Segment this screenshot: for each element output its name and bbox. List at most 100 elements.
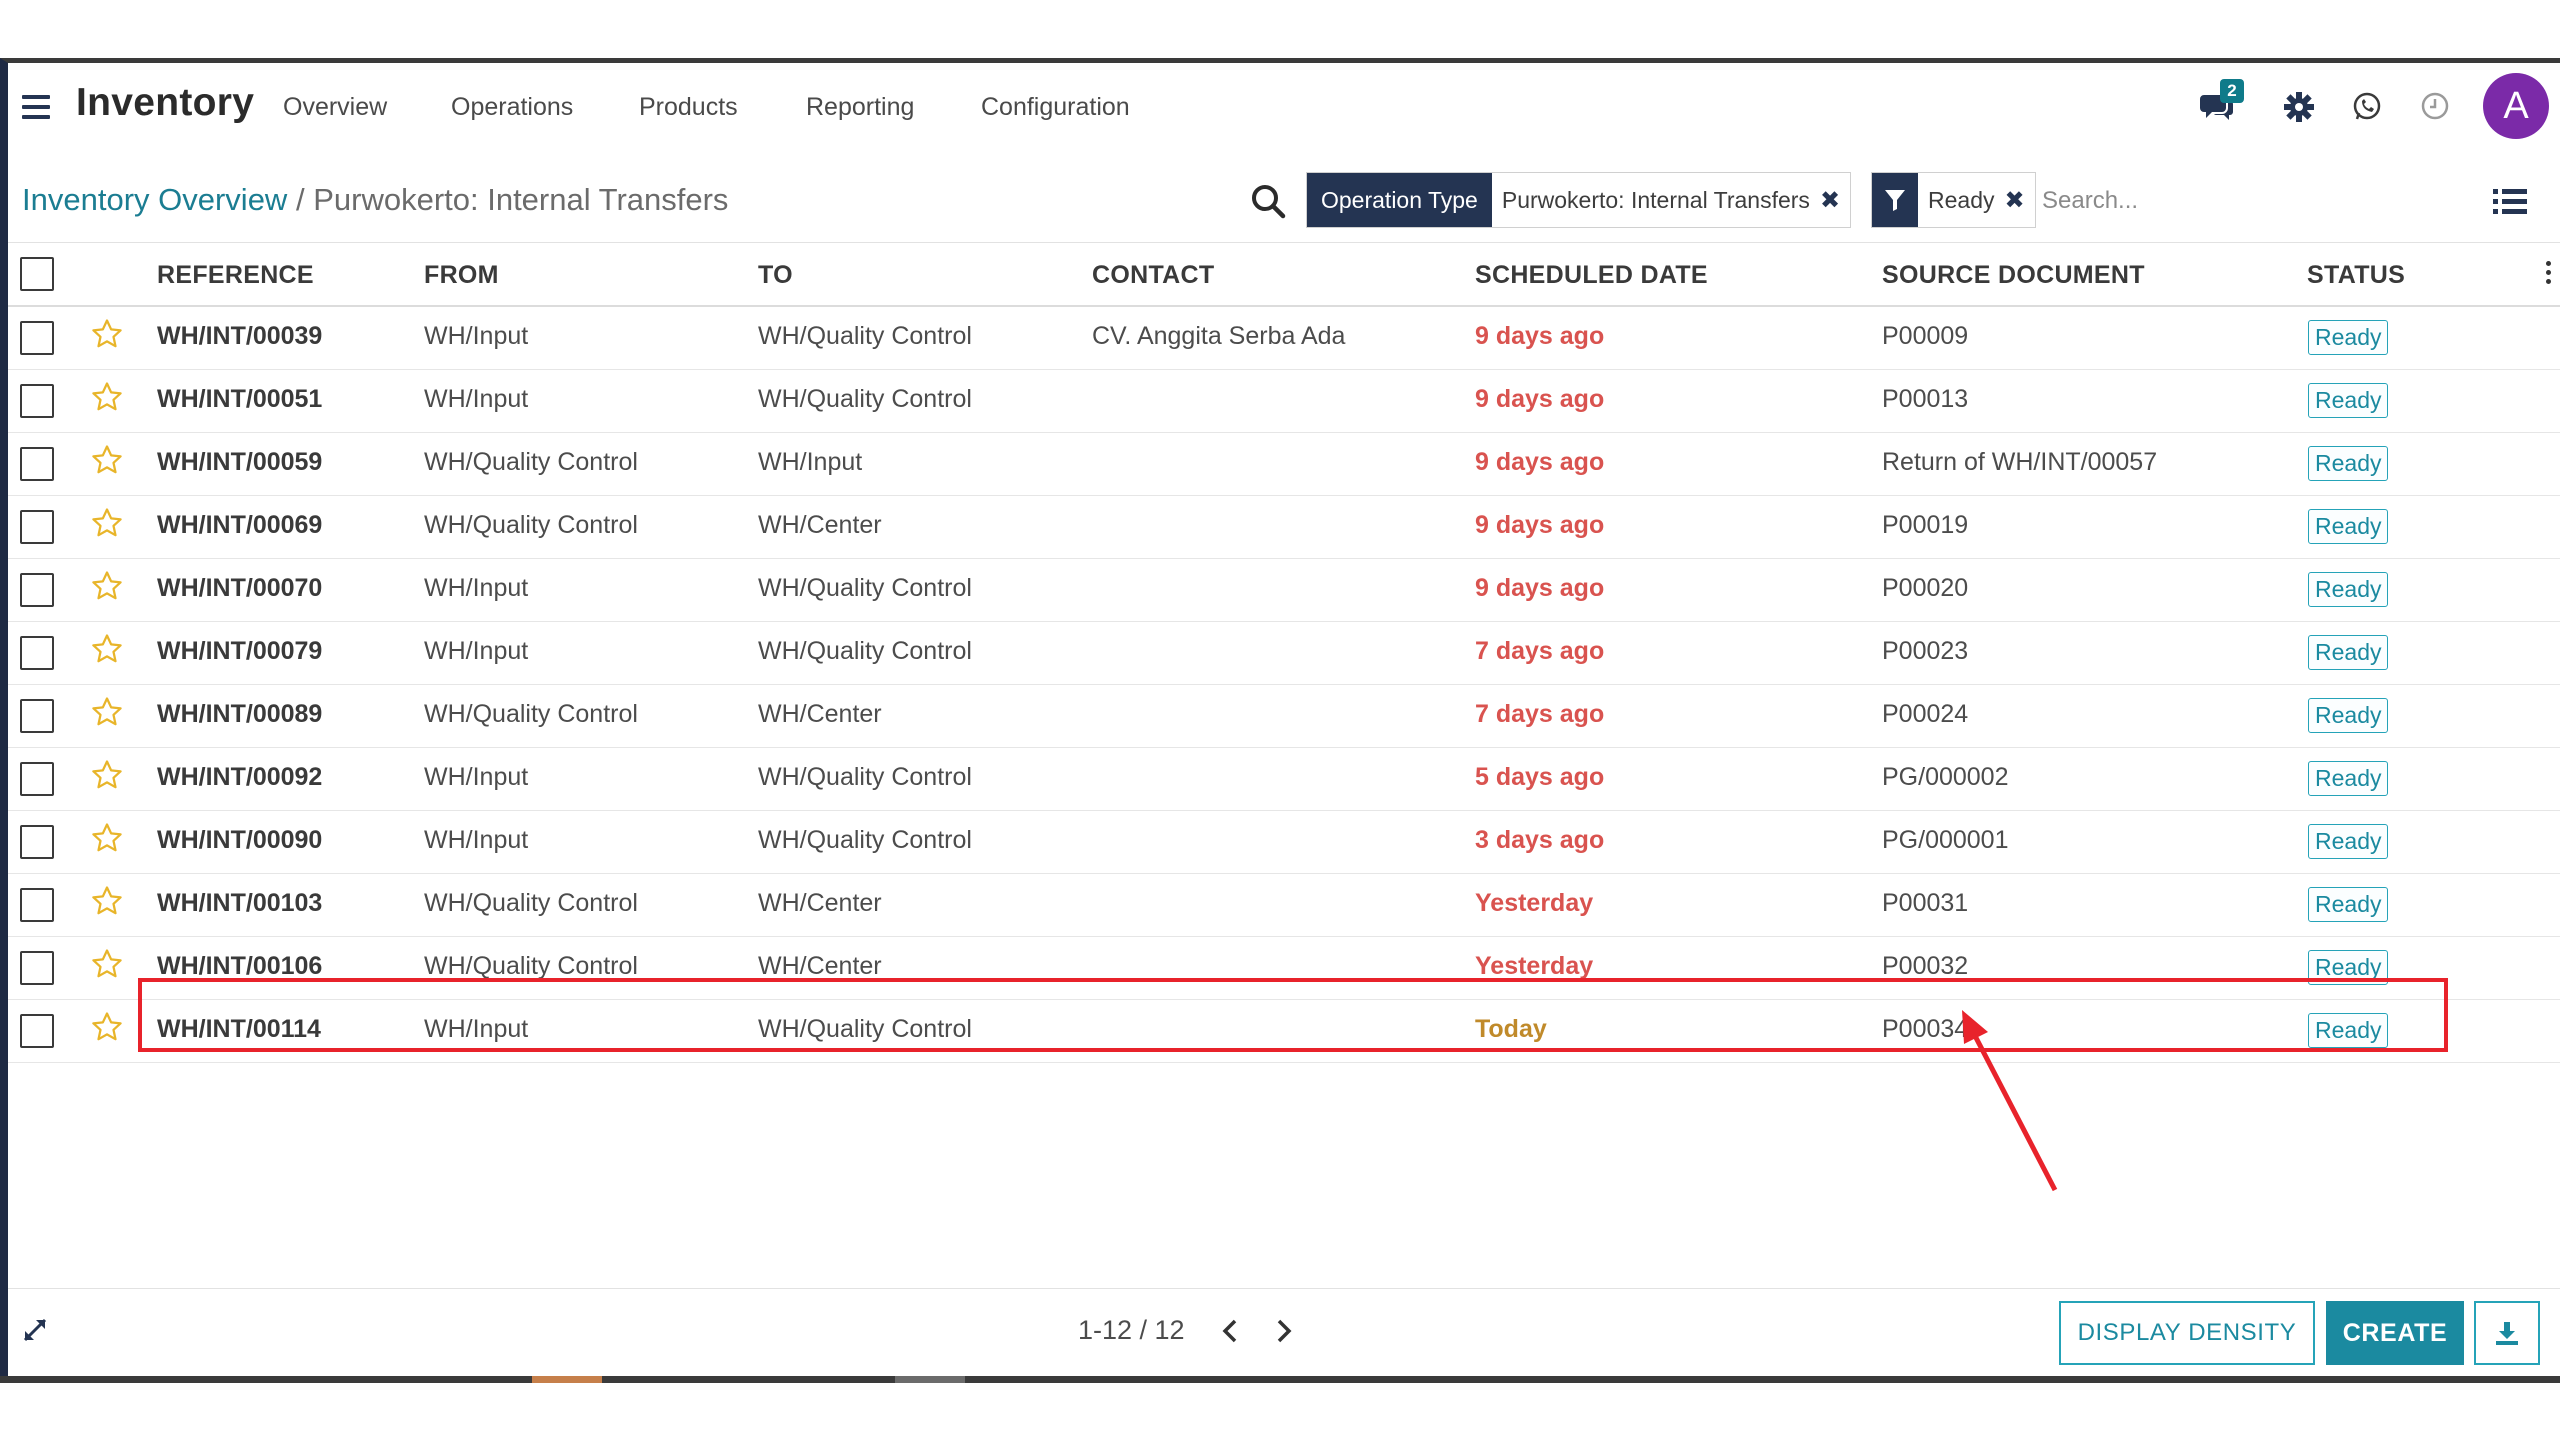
star-icon[interactable] (90, 821, 124, 860)
chat-icon[interactable]: 2 (2200, 79, 2244, 128)
cell-reference: WH/INT/00070 (157, 574, 323, 602)
table-row[interactable]: WH/INT/00039 WH/Input WH/Quality Control CV… (8, 307, 2560, 370)
status-badge: Ready (2308, 887, 2389, 922)
cell-source-document: P00020 (1882, 574, 1969, 602)
cell-source-document: PG/000001 (1882, 826, 2009, 854)
star-icon[interactable] (90, 695, 124, 734)
star-icon[interactable] (90, 884, 124, 923)
column-header-to[interactable]: TO (758, 261, 793, 290)
cell-source-document: P00023 (1882, 637, 1969, 665)
cell-scheduled-date: 9 days ago (1475, 511, 1605, 539)
cell-scheduled-date: Yesterday (1475, 952, 1594, 980)
table-row[interactable]: WH/INT/00090 WH/Input WH/Quality Control 3 … (8, 811, 2560, 874)
facet-label: Operation Type (1307, 173, 1492, 227)
cell-reference: WH/INT/00079 (157, 637, 323, 665)
column-header-status[interactable]: STATUS (2307, 261, 2405, 290)
cell-scheduled-date: 3 days ago (1475, 826, 1605, 854)
table-row[interactable]: WH/INT/00114 WH/Input WH/Quality Control To… (8, 1000, 2560, 1063)
cell-from: WH/Input (424, 574, 529, 602)
row-checkbox[interactable] (20, 888, 54, 922)
facet-operation-type: Operation Type Purwokerto: Internal Tran… (1306, 172, 1852, 228)
cell-reference: WH/INT/00090 (157, 826, 323, 854)
cell-reference: WH/INT/00039 (157, 322, 323, 350)
row-checkbox[interactable] (20, 321, 54, 355)
cell-scheduled-date: 7 days ago (1475, 700, 1605, 728)
column-header-contact[interactable]: CONTACT (1092, 261, 1214, 290)
pager-value[interactable]: 1-12 / 12 (1078, 1315, 1185, 1346)
cell-to: WH/Quality Control (758, 574, 972, 602)
cell-from: WH/Quality Control (424, 448, 638, 476)
display-density-button[interactable]: DISPLAY DENSITY (2059, 1301, 2315, 1365)
search-icon[interactable] (1250, 183, 1286, 224)
row-checkbox[interactable] (20, 699, 54, 733)
column-header-scheduled-date[interactable]: SCHEDULED DATE (1475, 261, 1708, 290)
table-row[interactable]: WH/INT/00070 WH/Input WH/Quality Control 9 … (8, 559, 2560, 622)
menu-icon[interactable] (22, 95, 50, 119)
pager-next-icon[interactable] (1274, 1317, 1294, 1350)
row-checkbox[interactable] (20, 384, 54, 418)
clock-icon[interactable] (2420, 91, 2450, 126)
cell-from: WH/Input (424, 385, 529, 413)
pager-previous-icon[interactable] (1220, 1317, 1240, 1350)
remove-facet-icon[interactable]: ✖ (1820, 186, 1840, 215)
table-row[interactable]: WH/INT/00092 WH/Input WH/Quality Control 5 … (8, 748, 2560, 811)
cell-to: WH/Center (758, 511, 882, 539)
message-count-badge: 2 (2220, 79, 2244, 103)
row-checkbox[interactable] (20, 825, 54, 859)
row-checkbox[interactable] (20, 1014, 54, 1048)
create-button[interactable]: CREATE (2326, 1301, 2464, 1365)
row-checkbox[interactable] (20, 762, 54, 796)
row-checkbox[interactable] (20, 510, 54, 544)
cell-to: WH/Input (758, 448, 863, 476)
star-icon[interactable] (90, 632, 124, 671)
column-header-from[interactable]: FROM (424, 261, 499, 290)
column-header-source-document[interactable]: SOURCE DOCUMENT (1882, 261, 2145, 290)
table-row[interactable]: WH/INT/00089 WH/Quality Control WH/Center 7… (8, 685, 2560, 748)
search-input[interactable] (2040, 178, 2444, 224)
table-row[interactable]: WH/INT/00051 WH/Input WH/Quality Control 9 … (8, 370, 2560, 433)
cell-source-document: Return of WH/INT/00057 (1882, 448, 2158, 476)
whatsapp-icon[interactable] (2351, 91, 2383, 128)
cell-to: WH/Quality Control (758, 322, 972, 350)
star-icon[interactable] (90, 758, 124, 797)
column-header-reference[interactable]: REFERENCE (157, 261, 314, 290)
table-row[interactable]: WH/INT/00079 WH/Input WH/Quality Control 7 … (8, 622, 2560, 685)
cell-source-document: P00024 (1882, 700, 1969, 728)
cell-from: WH/Input (424, 322, 529, 350)
footer-bar: 1-12 / 12 DISPLAY DENSITY CREATE (8, 1288, 2560, 1377)
gear-icon[interactable] (2283, 91, 2315, 128)
table-row[interactable]: WH/INT/00069 WH/Quality Control WH/Center 9… (8, 496, 2560, 559)
table-row[interactable]: WH/INT/00106 WH/Quality Control WH/Center Y… (8, 937, 2560, 1000)
menu-item-reporting[interactable]: Reporting (806, 93, 914, 122)
menu-item-configuration[interactable]: Configuration (981, 93, 1130, 122)
row-checkbox[interactable] (20, 573, 54, 607)
optional-columns-icon[interactable] (2546, 261, 2552, 288)
row-checkbox[interactable] (20, 447, 54, 481)
star-icon[interactable] (90, 317, 124, 356)
star-icon[interactable] (90, 380, 124, 419)
breadcrumb-parent-link[interactable]: Inventory Overview (22, 182, 287, 217)
app-title[interactable]: Inventory (76, 81, 254, 125)
menu-item-overview[interactable]: Overview (283, 93, 387, 122)
row-checkbox[interactable] (20, 636, 54, 670)
row-checkbox[interactable] (20, 951, 54, 985)
cell-reference: WH/INT/00089 (157, 700, 323, 728)
expand-icon[interactable] (22, 1317, 48, 1348)
select-all-checkbox[interactable] (20, 257, 54, 291)
cell-source-document: PG/000002 (1882, 763, 2009, 791)
user-avatar[interactable]: A (2483, 73, 2549, 139)
star-icon[interactable] (90, 569, 124, 608)
status-badge: Ready (2308, 635, 2389, 670)
remove-facet-icon[interactable]: ✖ (2004, 186, 2024, 215)
menu-item-operations[interactable]: Operations (451, 93, 573, 122)
list-view-icon[interactable] (2493, 188, 2527, 221)
star-icon[interactable] (90, 506, 124, 545)
star-icon[interactable] (90, 443, 124, 482)
menu-item-products[interactable]: Products (639, 93, 738, 122)
filter-icon (1872, 173, 1918, 227)
star-icon[interactable] (90, 1010, 124, 1049)
download-icon[interactable] (2474, 1301, 2540, 1365)
table-row[interactable]: WH/INT/00059 WH/Quality Control WH/Input 9 … (8, 433, 2560, 496)
star-icon[interactable] (90, 947, 124, 986)
table-row[interactable]: WH/INT/00103 WH/Quality Control WH/Center Y… (8, 874, 2560, 937)
